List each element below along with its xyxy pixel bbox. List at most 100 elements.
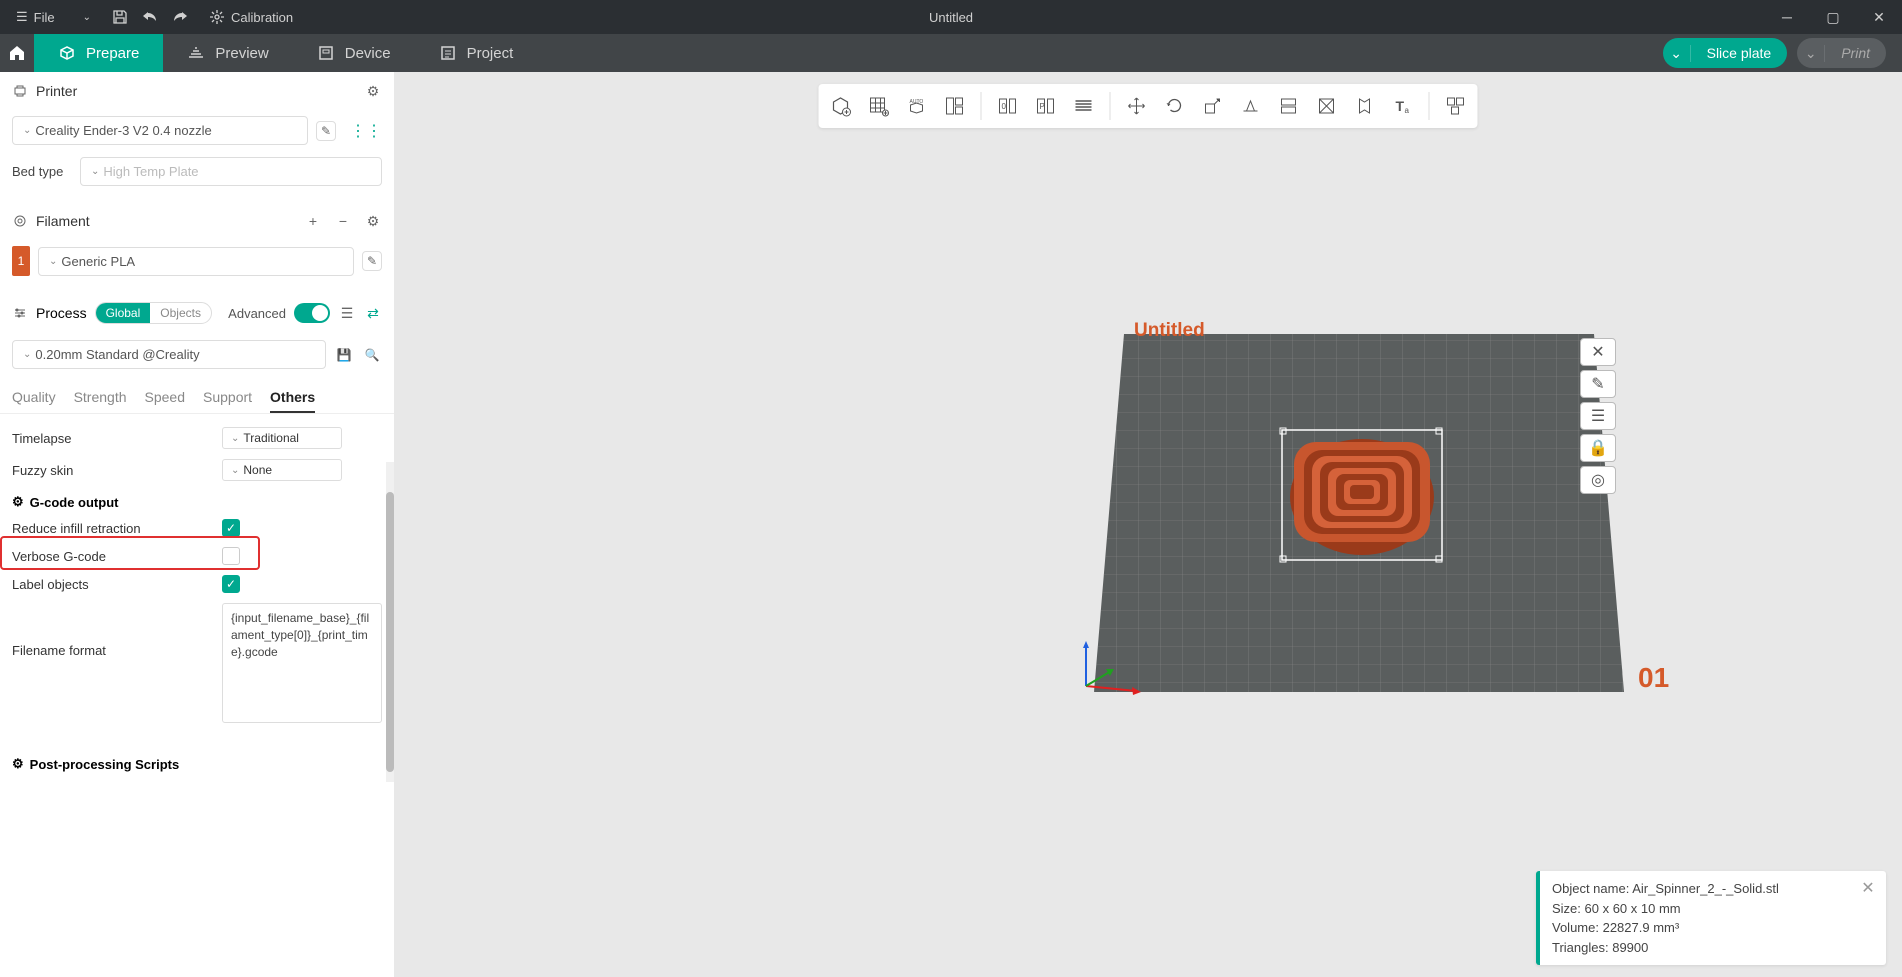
- scrollbar[interactable]: [386, 462, 394, 782]
- svg-text:0: 0: [1002, 102, 1007, 111]
- lock-icon[interactable]: 🔒: [1580, 434, 1616, 462]
- global-objects-toggle[interactable]: Global Objects: [95, 302, 212, 324]
- sidebar: Printer ⚙ ⌄Creality Ender-3 V2 0.4 nozzl…: [0, 72, 394, 977]
- minimize-button[interactable]: ─: [1764, 0, 1810, 34]
- home-button[interactable]: [0, 34, 34, 72]
- process-profile-select[interactable]: ⌄0.20mm Standard @Creality: [12, 340, 326, 369]
- filament-edit-icon[interactable]: ✎: [362, 251, 382, 271]
- advanced-label: Advanced: [228, 306, 286, 321]
- fuzzy-label: Fuzzy skin: [12, 463, 222, 478]
- home-icon: [8, 44, 26, 62]
- scrollbar-thumb[interactable]: [386, 492, 394, 772]
- tab-strength[interactable]: Strength: [74, 383, 127, 413]
- filament-section: Filament + − ⚙: [0, 202, 394, 240]
- wifi-icon[interactable]: ⋮⋮: [350, 121, 382, 141]
- filament-add-icon[interactable]: +: [304, 212, 322, 230]
- filament-icon: [12, 213, 28, 229]
- process-icon: [12, 305, 28, 321]
- reduce-infill-label: Reduce infill retraction: [12, 521, 222, 536]
- calibration-button[interactable]: Calibration: [201, 5, 301, 29]
- process-list-icon[interactable]: ☰: [338, 304, 356, 322]
- tab-preview[interactable]: Preview: [163, 34, 292, 72]
- process-section: Process Global Objects Advanced ☰ ⇄: [0, 292, 394, 334]
- settings-area: Timelapse ⌄Traditional Fuzzy skin ⌄None …: [0, 414, 394, 784]
- info-close-icon[interactable]: ✕: [1858, 879, 1878, 899]
- svg-text:T: T: [1396, 98, 1405, 114]
- tab-project[interactable]: Project: [415, 34, 538, 72]
- process-search-icon[interactable]: 🔍: [362, 345, 382, 365]
- close-button[interactable]: ✕: [1856, 0, 1902, 34]
- arrange-icon[interactable]: [937, 88, 973, 124]
- viewport-toolbar: AUTO 0 P Ta: [819, 84, 1478, 128]
- print-button[interactable]: ⌄ Print: [1797, 38, 1886, 68]
- tab-quality[interactable]: Quality: [12, 383, 56, 413]
- slice-dropdown[interactable]: ⌄: [1663, 45, 1691, 62]
- scale-icon[interactable]: [1195, 88, 1231, 124]
- viewport-side-tools: ✕ ✎ ☰ 🔒 ◎: [1580, 338, 1616, 494]
- tab-others[interactable]: Others: [270, 383, 315, 413]
- verbose-label: Verbose G-code: [12, 549, 222, 564]
- bed-type-select[interactable]: ⌄High Temp Plate: [80, 157, 382, 186]
- move-icon[interactable]: [1119, 88, 1155, 124]
- verbose-checkbox[interactable]: [222, 547, 240, 565]
- filament-settings-icon[interactable]: ⚙: [364, 212, 382, 230]
- object-info-panel: Object name: Air_Spinner_2_-_Solid.stl S…: [1536, 871, 1886, 965]
- mesh-icon[interactable]: [1309, 88, 1345, 124]
- printer-section: Printer ⚙: [0, 72, 394, 110]
- assembly-icon[interactable]: [1438, 88, 1474, 124]
- filament-number[interactable]: 1: [12, 246, 30, 276]
- tab-prepare[interactable]: Prepare: [34, 34, 163, 72]
- close-plate-icon[interactable]: ✕: [1580, 338, 1616, 366]
- fuzzy-select[interactable]: ⌄None: [222, 459, 342, 481]
- axis-gizmo[interactable]: [1076, 636, 1156, 696]
- label-objects-checkbox[interactable]: ✓: [222, 575, 240, 593]
- plate-name: Untitled: [1134, 320, 1205, 342]
- advanced-toggle[interactable]: [294, 303, 330, 323]
- split-object-icon[interactable]: 0: [990, 88, 1026, 124]
- timelapse-select[interactable]: ⌄Traditional: [222, 427, 342, 449]
- layers-icon[interactable]: [1066, 88, 1102, 124]
- plate-layout-icon[interactable]: ☰: [1580, 402, 1616, 430]
- rotate-icon[interactable]: [1157, 88, 1193, 124]
- slice-plate-button[interactable]: ⌄ Slice plate: [1663, 38, 1788, 68]
- auto-orient-icon[interactable]: AUTO: [899, 88, 935, 124]
- plate-edit-icon[interactable]: ✎: [1580, 370, 1616, 398]
- reduce-infill-checkbox[interactable]: ✓: [222, 519, 240, 537]
- add-cube-icon[interactable]: [823, 88, 859, 124]
- save-icon[interactable]: [111, 8, 129, 26]
- printer-settings-icon[interactable]: ⚙: [364, 82, 382, 100]
- process-save-icon[interactable]: 💾: [334, 345, 354, 365]
- split-parts-icon[interactable]: P: [1028, 88, 1064, 124]
- text-icon[interactable]: Ta: [1385, 88, 1421, 124]
- plate-number: 01: [1638, 662, 1669, 694]
- add-plate-icon[interactable]: [861, 88, 897, 124]
- label-objects-label: Label objects: [12, 577, 222, 592]
- build-plate[interactable]: [1094, 322, 1654, 742]
- svg-text:P: P: [1040, 102, 1045, 111]
- place-on-face-icon[interactable]: [1233, 88, 1269, 124]
- view-icon[interactable]: ◎: [1580, 466, 1616, 494]
- process-compare-icon[interactable]: ⇄: [364, 304, 382, 322]
- filename-format-input[interactable]: {input_filename_base}_{filament_type[0]}…: [222, 603, 382, 723]
- filament-remove-icon[interactable]: −: [334, 212, 352, 230]
- support-paint-icon[interactable]: [1347, 88, 1383, 124]
- file-menu[interactable]: ☰ File: [8, 5, 63, 29]
- gear-icon: ⚙: [12, 756, 24, 772]
- undo-icon[interactable]: [141, 8, 159, 26]
- printer-select[interactable]: ⌄Creality Ender-3 V2 0.4 nozzle: [12, 116, 308, 145]
- viewport[interactable]: AUTO 0 P Ta: [394, 72, 1902, 977]
- tab-speed[interactable]: Speed: [145, 383, 185, 413]
- timelapse-label: Timelapse: [12, 431, 222, 446]
- redo-icon[interactable]: [171, 8, 189, 26]
- device-icon: [317, 44, 335, 62]
- print-dropdown[interactable]: ⌄: [1797, 45, 1825, 62]
- file-dropdown[interactable]: ⌄: [75, 8, 99, 27]
- postprocess-group: ⚙ Post-processing Scripts: [0, 748, 394, 776]
- printer-edit-icon[interactable]: ✎: [316, 121, 336, 141]
- cut-icon[interactable]: [1271, 88, 1307, 124]
- preview-icon: [187, 44, 205, 62]
- maximize-button[interactable]: ▢: [1810, 0, 1856, 34]
- filament-select[interactable]: ⌄Generic PLA: [38, 247, 354, 276]
- tab-device[interactable]: Device: [293, 34, 415, 72]
- tab-support[interactable]: Support: [203, 383, 252, 413]
